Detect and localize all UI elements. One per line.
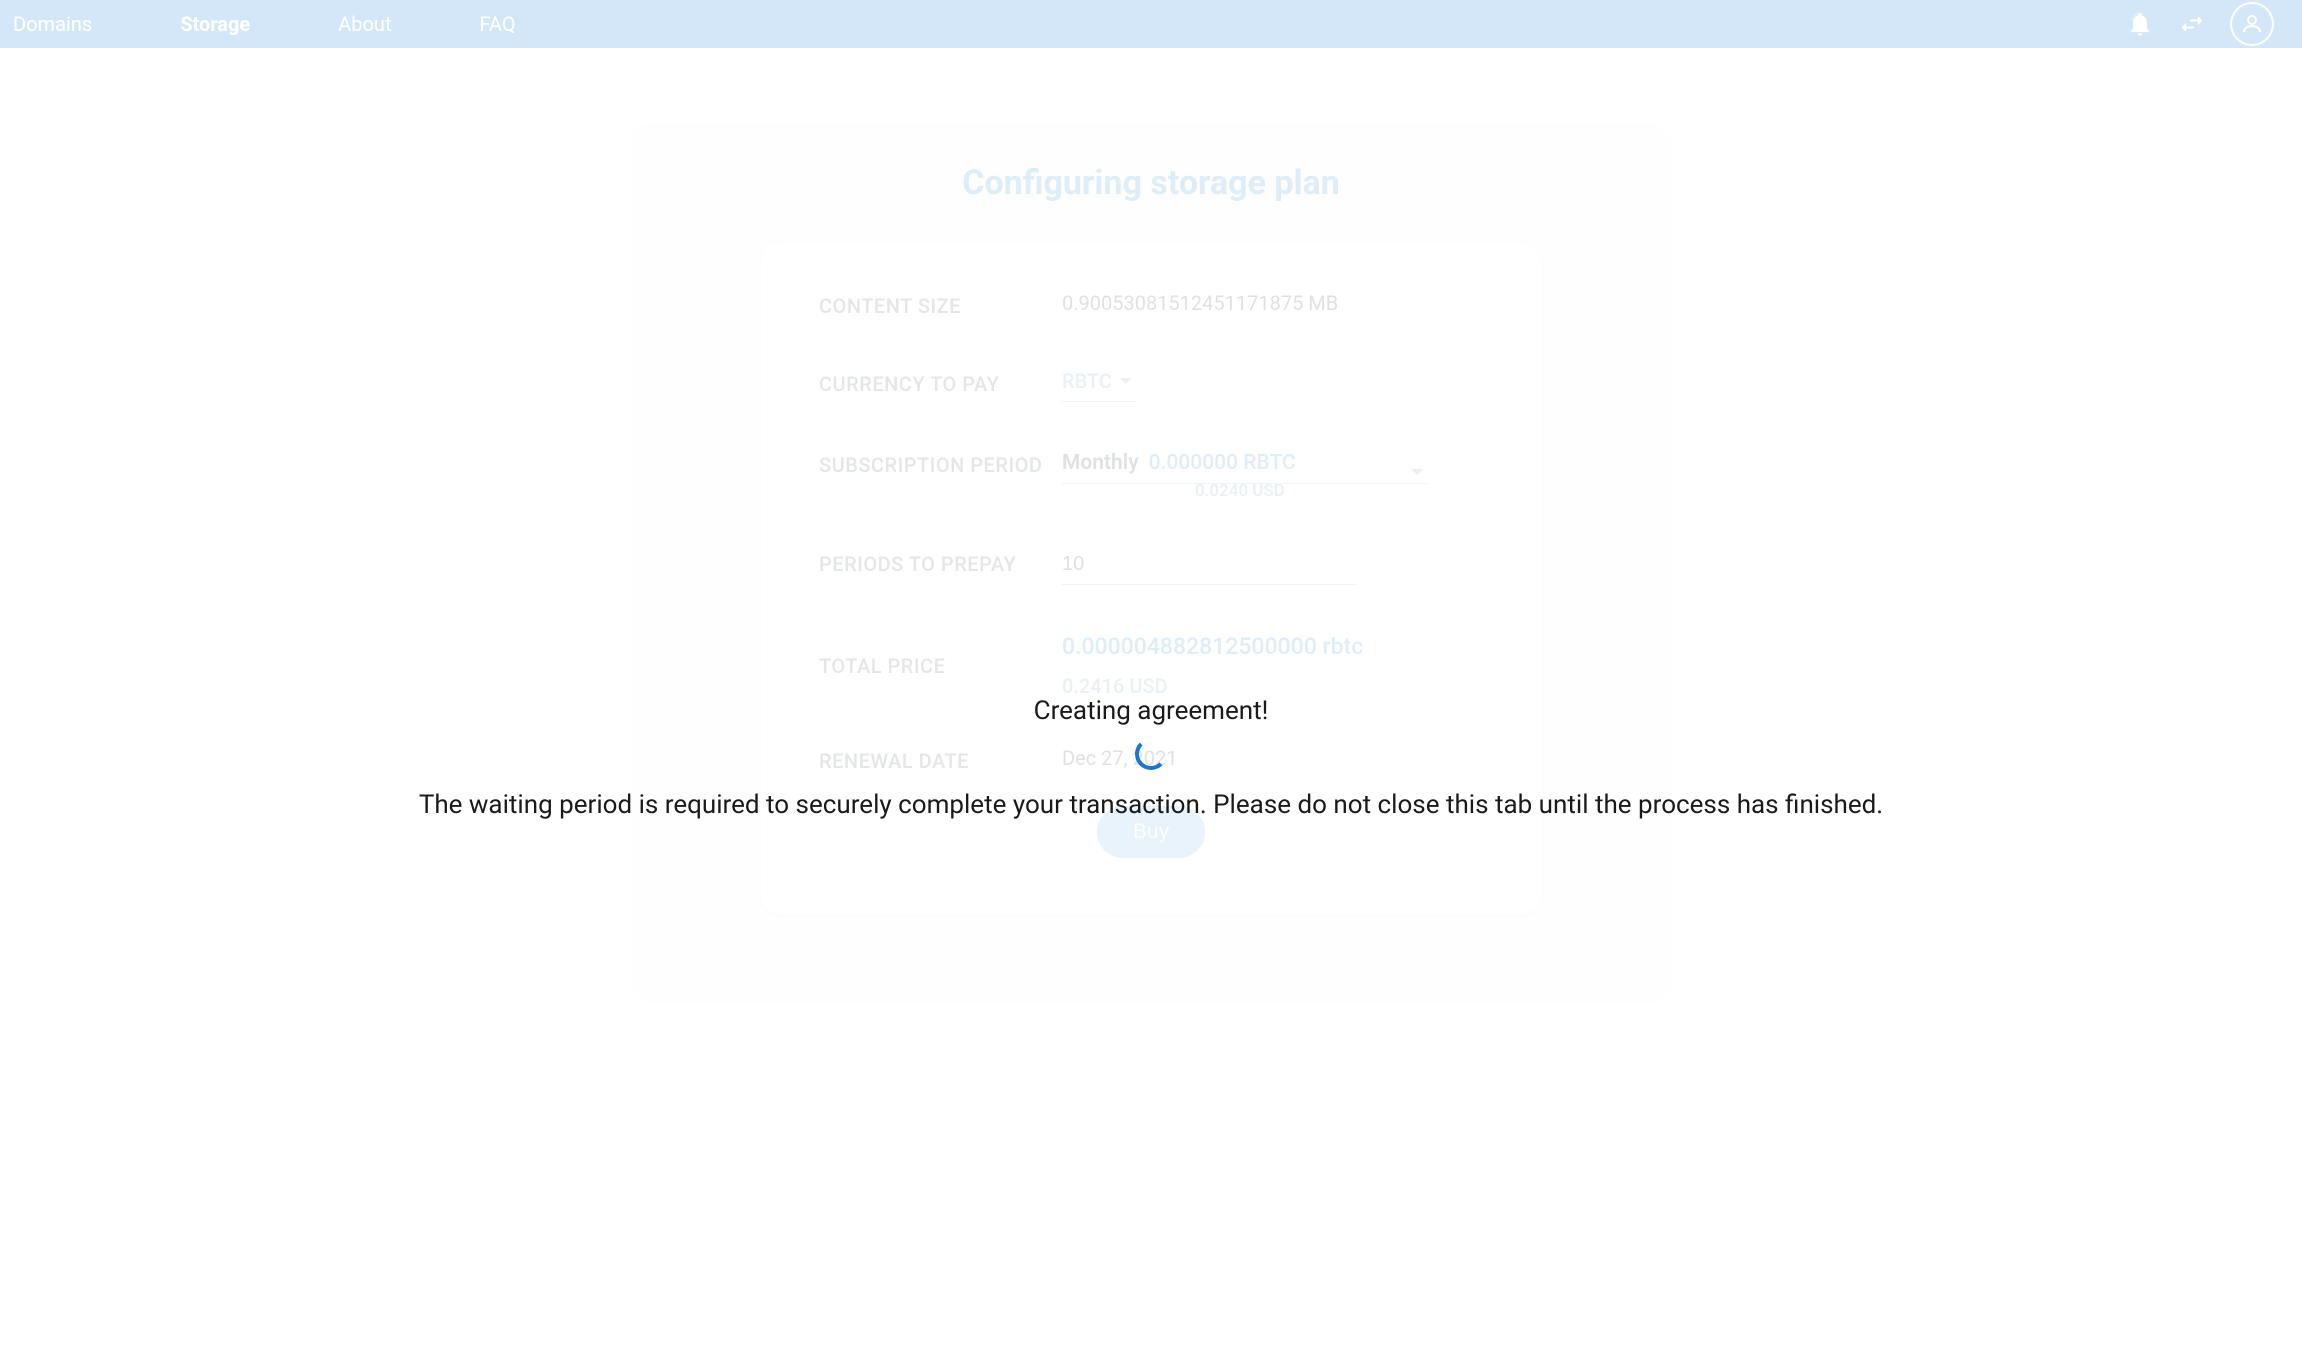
loading-overlay: Creating agreement! The waiting period i… [0,48,2302,1370]
overlay-text: The waiting period is required to secure… [419,790,1883,820]
overlay-title: Creating agreement! [1034,696,1269,726]
main-content: Configuring storage plan CONTENT SIZE 0.… [0,48,2302,1370]
spinner-icon [1135,738,1167,770]
header-dim-overlay [0,0,2302,48]
